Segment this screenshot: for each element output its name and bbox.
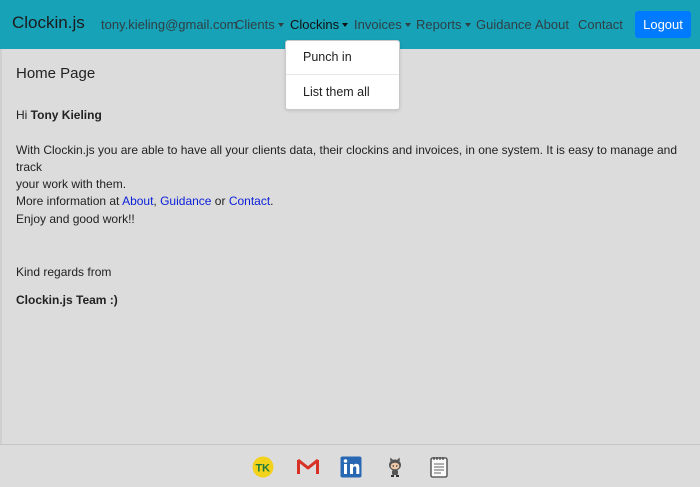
nav-invoices-label: Invoices [354,17,402,32]
dropdown-item-list-them-all[interactable]: List them all [303,85,370,99]
nav-user-email[interactable]: tony.kieling@gmail.com [101,17,238,32]
guidance-link[interactable]: Guidance [160,194,211,208]
left-scrollbar-edge [0,0,2,487]
contact-link[interactable]: Contact [229,194,270,208]
greeting-prefix: Hi [16,108,31,122]
team-name: Clockin.js Team :) [16,293,118,307]
svg-text:K: K [262,463,270,475]
footer: T K [0,444,700,487]
brand-logo[interactable]: Clockin.js [12,13,85,33]
enjoy-text: Enjoy and good work!! [16,212,135,226]
nav-guidance[interactable]: Guidance [476,17,532,32]
chevron-down-icon [342,23,349,27]
nav-reports[interactable]: Reports [416,17,471,32]
chevron-down-icon [404,23,411,27]
about-link[interactable]: About [122,194,153,208]
github-icon[interactable] [384,456,406,478]
notes-icon[interactable] [428,456,450,478]
chevron-down-icon [464,23,471,27]
nav-about[interactable]: About [535,17,569,32]
gmail-icon[interactable] [296,456,319,478]
nav-contact[interactable]: Contact [578,17,623,32]
nav-clients-label: Clients [235,17,275,32]
clockins-dropdown-menu: Punch in List them all [285,40,400,110]
intro-line-2: your work with them. [16,177,127,191]
greeting: Hi Tony Kieling [16,107,102,124]
regards-text: Kind regards from [16,265,112,279]
nav-clients[interactable]: Clients [235,17,284,32]
tk-logo-icon[interactable]: T K [252,456,274,478]
dropdown-divider [286,74,399,75]
intro-paragraph: With Clockin.js you are able to have all… [16,142,684,210]
nav-reports-label: Reports [416,17,462,32]
sep-or: or [211,194,229,208]
period: . [270,194,274,208]
intro-line-1: With Clockin.js you are able to have all… [16,143,677,174]
logout-button[interactable]: Logout [635,11,691,38]
nav-clockins[interactable]: Clockins [290,17,349,32]
dropdown-item-punch-in[interactable]: Punch in [303,50,352,64]
chevron-down-icon [277,23,284,27]
page-title: Home Page [16,65,96,82]
user-name: Tony Kieling [30,108,102,122]
nav-invoices[interactable]: Invoices [354,17,411,32]
more-info-prefix: More information at [16,194,123,208]
linkedin-icon[interactable] [340,456,362,478]
nav-clockins-label: Clockins [290,17,340,32]
team-signature: Clockin.js Team :) [16,292,118,309]
